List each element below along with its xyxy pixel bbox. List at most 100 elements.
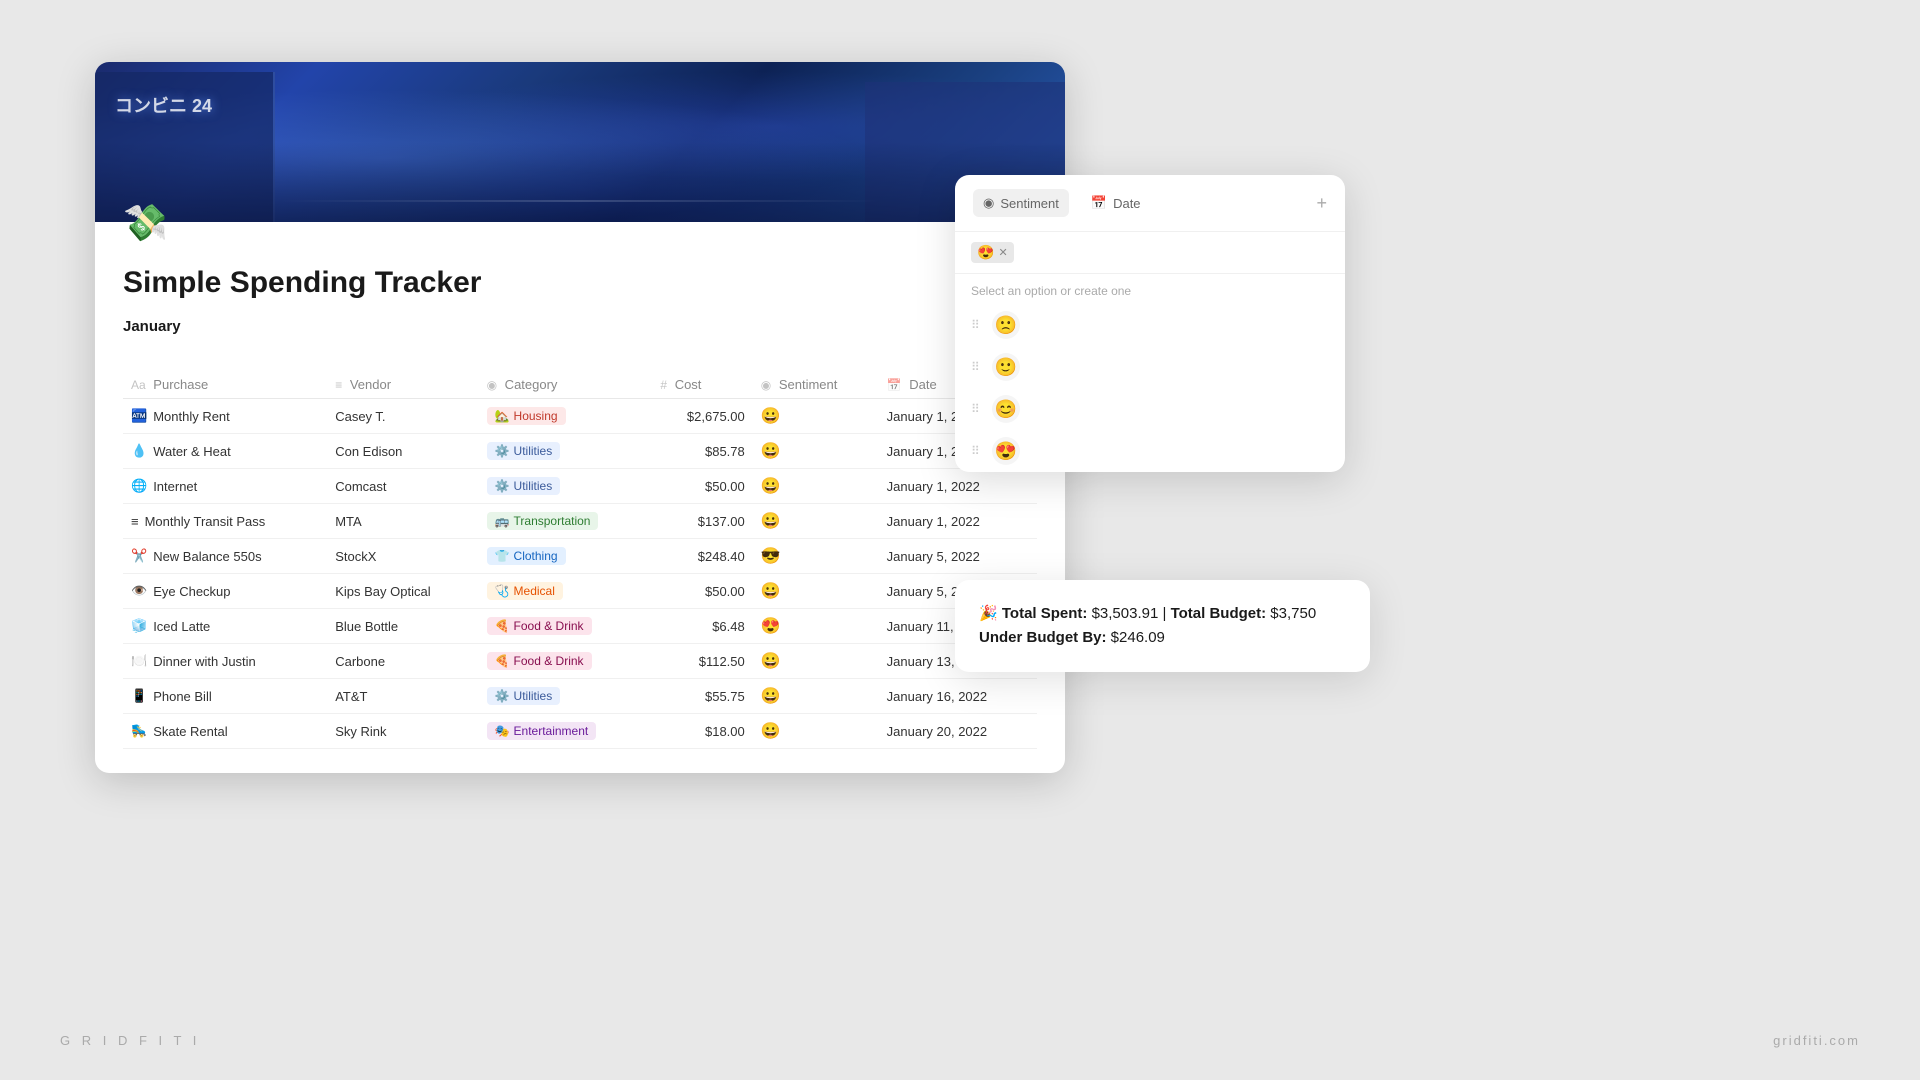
- sentiment-col-label: Sentiment: [1000, 196, 1059, 211]
- sentiment-cell[interactable]: 😀: [753, 504, 879, 539]
- category-icon: ⚙️: [495, 444, 510, 458]
- sentiment-cell[interactable]: 😎: [753, 539, 879, 574]
- option-emoji: 😍: [992, 437, 1020, 465]
- purchase-name: Eye Checkup: [153, 584, 230, 599]
- date-col-tab[interactable]: 📅 Date: [1081, 189, 1151, 217]
- sentiment-cell[interactable]: 😀: [753, 644, 879, 679]
- table-row[interactable]: 🧊 Iced Latte Blue Bottle 🍕 Food & Drink …: [123, 609, 1037, 644]
- table-row[interactable]: ≡ Monthly Transit Pass MTA 🚌 Transportat…: [123, 504, 1037, 539]
- table-row[interactable]: 📱 Phone Bill AT&T ⚙️ Utilities $55.75 😀 …: [123, 679, 1037, 714]
- option-search-input[interactable]: [1022, 245, 1329, 260]
- table-row[interactable]: 💧 Water & Heat Con Edison ⚙️ Utilities $…: [123, 434, 1037, 469]
- table-row[interactable]: 🍽️ Dinner with Justin Carbone 🍕 Food & D…: [123, 644, 1037, 679]
- table-header: Aa Purchase ≡ Vendor ◉ Category #: [123, 371, 1037, 399]
- purchase-cell: 🌐 Internet: [123, 469, 327, 504]
- drag-handle: ⠿: [971, 360, 980, 374]
- vendor-cell: Casey T.: [327, 399, 478, 434]
- purchase-cell: ✂️ New Balance 550s: [123, 539, 327, 574]
- col-header-category: ◉ Category: [479, 371, 653, 399]
- cost-cell: $2,675.00: [652, 399, 752, 434]
- section-header: January: [123, 318, 1037, 335]
- vendor-cell: Blue Bottle: [327, 609, 478, 644]
- budget-party-icon: 🎉: [979, 605, 998, 622]
- purchase-icon: 📱: [131, 688, 147, 704]
- cover-image: コンビニ 24: [95, 62, 1065, 222]
- page-icon: 💸: [123, 202, 179, 258]
- table-row[interactable]: 🏧 Monthly Rent Casey T. 🏡 Housing $2,675…: [123, 399, 1037, 434]
- table-body: 🏧 Monthly Rent Casey T. 🏡 Housing $2,675…: [123, 399, 1037, 749]
- table-row[interactable]: 👁️ Eye Checkup Kips Bay Optical 🩺 Medica…: [123, 574, 1037, 609]
- purchase-name: Dinner with Justin: [153, 654, 256, 669]
- category-cell: ⚙️ Utilities: [479, 679, 653, 714]
- category-label: Medical: [514, 584, 555, 598]
- category-badge: 👕 Clothing: [487, 547, 566, 565]
- sentiment-emoji: 😀: [761, 653, 781, 670]
- sentiment-input-row: 😍 ✕: [955, 232, 1345, 274]
- category-label: Food & Drink: [514, 619, 584, 633]
- dropdown-option[interactable]: ⠿ 🙂: [955, 346, 1345, 388]
- sentiment-tag: 😍 ✕: [971, 242, 1014, 263]
- notion-content: Simple Spending Tracker January + Aa Pur…: [95, 266, 1065, 773]
- table-actions: +: [123, 345, 1037, 367]
- date-cell: January 5, 2022: [879, 539, 1037, 574]
- purchase-cell: ≡ Monthly Transit Pass: [123, 504, 327, 539]
- table-row[interactable]: 🛼 Skate Rental Sky Rink 🎭 Entertainment …: [123, 714, 1037, 749]
- sentiment-col-tab[interactable]: ◉ Sentiment: [973, 189, 1069, 217]
- cost-cell: $6.48: [652, 609, 752, 644]
- sentiment-cell[interactable]: 😀: [753, 434, 879, 469]
- sentiment-cell[interactable]: 😀: [753, 574, 879, 609]
- add-col-dropdown-button[interactable]: +: [1316, 193, 1327, 214]
- category-icon: ⚙️: [495, 689, 510, 703]
- dropdown-option[interactable]: ⠿ 🙁: [955, 304, 1345, 346]
- category-cell: ⚙️ Utilities: [479, 469, 653, 504]
- sentiment-emoji: 😍: [761, 618, 781, 635]
- budget-separator: |: [1162, 605, 1170, 622]
- notion-card: コンビニ 24 💸 Simple Spending Tracker Januar…: [95, 62, 1065, 773]
- purchase-name: New Balance 550s: [153, 549, 261, 564]
- dropdown-option[interactable]: ⠿ 😍: [955, 430, 1345, 472]
- total-budget-label: Total Budget:: [1171, 605, 1267, 622]
- option-rows: ⠿ 🙁 ⠿ 🙂 ⠿ 😊 ⠿ 😍: [955, 304, 1345, 472]
- hash-icon: #: [660, 378, 667, 392]
- drag-handle: ⠿: [971, 402, 980, 416]
- sentiment-cell[interactable]: 😀: [753, 469, 879, 504]
- dropdown-option[interactable]: ⠿ 😊: [955, 388, 1345, 430]
- remove-tag-button[interactable]: ✕: [998, 246, 1007, 259]
- option-emoji: 😊: [992, 395, 1020, 423]
- sentiment-cell[interactable]: 😀: [753, 399, 879, 434]
- category-icon: 🚌: [495, 514, 510, 528]
- sentiment-cell[interactable]: 😍: [753, 609, 879, 644]
- sentiment-emoji: 😀: [761, 688, 781, 705]
- sentiment-dropdown: ◉ Sentiment 📅 Date + 😍 ✕ Select an optio…: [955, 175, 1345, 472]
- table-row[interactable]: ✂️ New Balance 550s StockX 👕 Clothing $2…: [123, 539, 1037, 574]
- category-cell: 🍕 Food & Drink: [479, 644, 653, 679]
- category-cell: 👕 Clothing: [479, 539, 653, 574]
- purchase-icon: 🛼: [131, 723, 147, 739]
- under-budget-value: $246.09: [1111, 629, 1165, 646]
- sentiment-emoji: 😎: [761, 548, 781, 565]
- drag-handle: ⠿: [971, 444, 980, 458]
- total-spent-value: $3,503.91: [1092, 605, 1159, 622]
- aa-icon: Aa: [131, 378, 146, 392]
- category-cell: 🎭 Entertainment: [479, 714, 653, 749]
- cost-cell: $50.00: [652, 574, 752, 609]
- circle-icon: ◉: [487, 378, 497, 392]
- purchase-cell: 💧 Water & Heat: [123, 434, 327, 469]
- purchase-name: Water & Heat: [153, 444, 231, 459]
- spending-table: Aa Purchase ≡ Vendor ◉ Category #: [123, 371, 1037, 749]
- purchase-icon: 🏧: [131, 408, 147, 424]
- sentiment-cell[interactable]: 😀: [753, 679, 879, 714]
- purchase-cell: 📱 Phone Bill: [123, 679, 327, 714]
- col-header-vendor: ≡ Vendor: [327, 371, 478, 399]
- sentiment-emoji: 😀: [761, 478, 781, 495]
- table-row[interactable]: 🌐 Internet Comcast ⚙️ Utilities $50.00 😀…: [123, 469, 1037, 504]
- watermark-right: gridfiti.com: [1773, 1033, 1860, 1048]
- date-cell: January 16, 2022: [879, 679, 1037, 714]
- vendor-cell: StockX: [327, 539, 478, 574]
- cost-cell: $50.00: [652, 469, 752, 504]
- category-label: Utilities: [514, 479, 553, 493]
- category-label: Clothing: [514, 549, 558, 563]
- vendor-cell: Sky Rink: [327, 714, 478, 749]
- col-header-cost: # Cost: [652, 371, 752, 399]
- sentiment-cell[interactable]: 😀: [753, 714, 879, 749]
